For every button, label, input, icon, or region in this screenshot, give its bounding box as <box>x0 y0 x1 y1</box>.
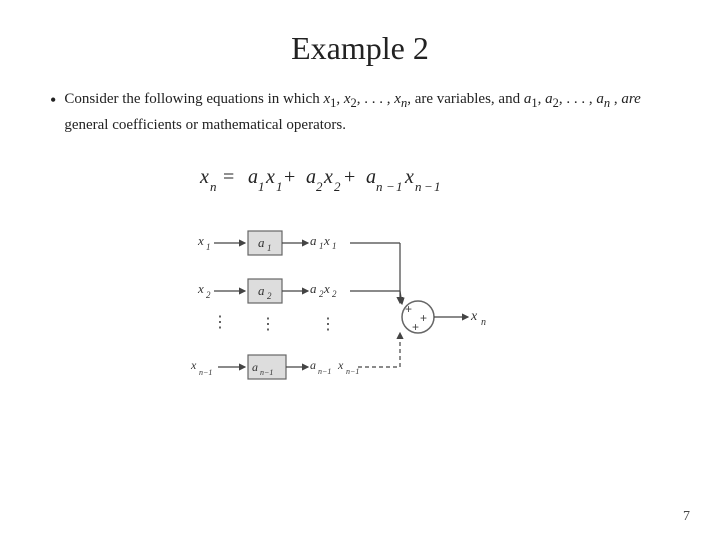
svg-text:⋮: ⋮ <box>212 314 228 331</box>
svg-text:a: a <box>366 166 376 188</box>
svg-text:n−1: n−1 <box>199 368 212 377</box>
slide: Example 2 • Consider the following equat… <box>0 0 720 540</box>
svg-text:n−1: n−1 <box>318 367 331 376</box>
svg-text:x: x <box>199 166 209 188</box>
svg-text:2: 2 <box>316 179 323 194</box>
svg-text:n: n <box>210 179 217 194</box>
svg-text:2: 2 <box>334 179 341 194</box>
svg-text:−: − <box>424 179 433 194</box>
svg-text:x: x <box>337 358 344 372</box>
svg-text:=: = <box>223 166 234 188</box>
svg-text:a: a <box>252 360 258 374</box>
svg-text:n: n <box>376 179 383 194</box>
svg-text:x: x <box>197 233 204 248</box>
svg-text:a: a <box>310 281 317 296</box>
svg-text:1: 1 <box>276 179 283 194</box>
svg-text:+: + <box>412 320 419 334</box>
svg-text:x: x <box>190 358 197 372</box>
svg-text:1: 1 <box>206 242 211 252</box>
svg-text:⋮: ⋮ <box>320 316 336 333</box>
svg-text:1: 1 <box>319 241 324 251</box>
svg-text:2: 2 <box>267 291 272 301</box>
svg-text:2: 2 <box>206 290 211 300</box>
svg-text:+: + <box>284 166 295 188</box>
svg-text:x: x <box>197 281 204 296</box>
block-diagram: x 1 a 1 a 1 x 1 x 2 a 2 a 2 x 2 <box>190 217 530 412</box>
svg-text:x: x <box>323 233 330 248</box>
svg-text:a: a <box>310 233 317 248</box>
svg-text:a: a <box>258 283 265 298</box>
svg-text:+: + <box>420 311 427 325</box>
svg-text:x: x <box>265 166 275 188</box>
svg-text:2: 2 <box>332 289 337 299</box>
svg-text:x: x <box>470 309 478 324</box>
svg-text:x: x <box>323 281 330 296</box>
bullet-text: Consider the following equations in whic… <box>64 87 670 137</box>
svg-text:x: x <box>404 166 414 188</box>
svg-text:1: 1 <box>258 179 265 194</box>
svg-text:n−1: n−1 <box>260 368 273 377</box>
svg-text:⋮: ⋮ <box>260 316 276 333</box>
svg-text:a: a <box>306 166 316 188</box>
slide-title: Example 2 <box>50 30 670 67</box>
svg-text:+: + <box>344 166 355 188</box>
svg-text:+: + <box>405 302 412 316</box>
svg-text:n: n <box>415 179 422 194</box>
svg-text:a: a <box>248 166 258 188</box>
bullet-dot: • <box>50 87 56 114</box>
svg-text:1: 1 <box>332 241 337 251</box>
svg-text:1: 1 <box>396 179 403 194</box>
formula-svg: x n = a 1 x 1 + a 2 x 2 + a n − 1 x n − … <box>190 155 530 199</box>
svg-text:n: n <box>481 317 486 328</box>
svg-text:a: a <box>258 235 265 250</box>
svg-text:x: x <box>323 166 333 188</box>
svg-text:n−1: n−1 <box>346 367 359 376</box>
formula-section: x n = a 1 x 1 + a 2 x 2 + a n − 1 x n − … <box>50 155 670 199</box>
svg-text:a: a <box>310 358 316 372</box>
page-number: 7 <box>683 509 690 525</box>
svg-text:−: − <box>386 179 395 194</box>
svg-text:1: 1 <box>434 179 441 194</box>
diagram-section: x 1 a 1 a 1 x 1 x 2 a 2 a 2 x 2 <box>50 217 670 412</box>
svg-text:1: 1 <box>267 243 272 253</box>
bullet-section: • Consider the following equations in wh… <box>50 87 670 137</box>
